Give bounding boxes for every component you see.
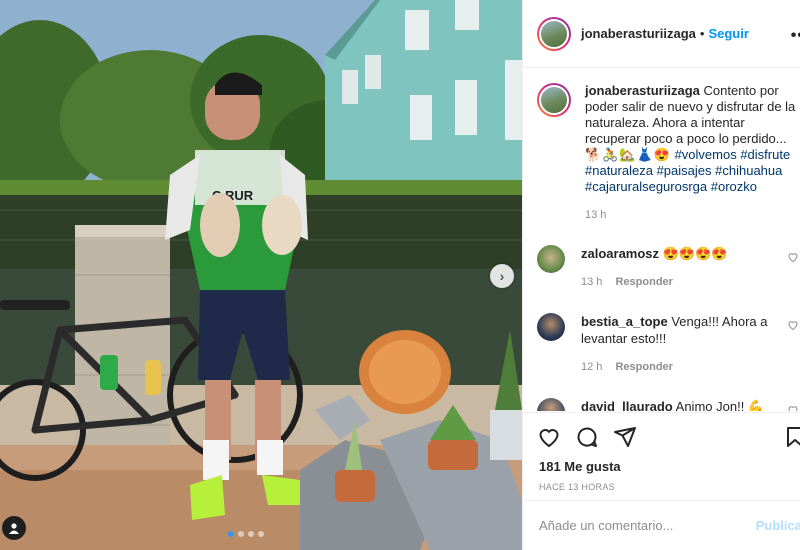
author-avatar[interactable]: [537, 16, 571, 51]
like-heart-icon[interactable]: [537, 425, 561, 449]
commenter-avatar[interactable]: [537, 398, 565, 411]
author-username[interactable]: jonaberasturiizaga: [581, 26, 696, 41]
hashtag[interactable]: #disfrute: [740, 147, 790, 162]
hashtag[interactable]: #paisajes: [657, 163, 712, 178]
comment-item: zaloaramosz 😍😍😍😍 13 h Responder: [537, 245, 800, 291]
caption-avatar[interactable]: [537, 83, 571, 117]
heart-icon[interactable]: [787, 404, 799, 411]
commenter-avatar[interactable]: [537, 313, 565, 341]
commenter-avatar[interactable]: [537, 245, 565, 273]
person-icon: [9, 523, 19, 534]
comment-username[interactable]: zaloaramosz: [581, 246, 659, 261]
header-separator: •: [699, 26, 705, 41]
comment-text: 😍😍😍😍: [662, 246, 728, 261]
instagram-post: C RUR › jonaberasturiizaga • Seguir • jo…: [0, 0, 800, 550]
hashtag[interactable]: #orozko: [711, 179, 757, 194]
comment-username[interactable]: bestia_a_tope: [581, 314, 668, 329]
comment-input[interactable]: [539, 518, 749, 533]
carousel-indicator: [228, 531, 264, 537]
carousel-dot-2: [238, 531, 244, 537]
carousel-dot-3: [248, 531, 254, 537]
comment-meta: 12 h Responder: [581, 359, 781, 376]
share-send-icon[interactable]: [613, 425, 637, 449]
comment-item: david_llaurado Animo Jon!! 💪: [537, 398, 800, 411]
caption-username[interactable]: jonaberasturiizaga: [585, 83, 700, 98]
heart-icon[interactable]: [787, 251, 799, 263]
carousel-dot-4: [258, 531, 264, 537]
caption-time[interactable]: 13 h: [585, 209, 606, 221]
comment-username[interactable]: david_llaurado: [581, 399, 673, 411]
comment-text: Animo Jon!! 💪: [675, 399, 765, 411]
post-actions: 181 Me gusta HACE 13 HORAS: [523, 412, 800, 500]
comments-list[interactable]: jonaberasturiizaga Contento por poder sa…: [523, 69, 800, 411]
comment-bubble-icon[interactable]: [575, 425, 599, 449]
bookmark-icon[interactable]: [783, 425, 800, 449]
caption-body: jonaberasturiizaga Contento por poder sa…: [585, 83, 800, 223]
tagged-users-button[interactable]: [2, 516, 26, 540]
post-timestamp[interactable]: HACE 13 HORAS: [523, 474, 800, 492]
hashtag[interactable]: #cajaruralsegurosrga: [585, 179, 707, 194]
heart-icon[interactable]: [787, 319, 799, 331]
chevron-right-icon: ›: [499, 268, 505, 284]
action-bar: [523, 413, 800, 449]
comment-time[interactable]: 13 h: [581, 276, 602, 288]
comment-item: bestia_a_tope Venga!!! Ahora a levantar …: [537, 313, 800, 376]
reply-button[interactable]: Responder: [615, 276, 672, 288]
add-comment-bar: Publicar: [523, 500, 800, 550]
reply-button[interactable]: Responder: [615, 361, 672, 373]
hashtag[interactable]: #chihuahua: [715, 163, 782, 178]
likes-count[interactable]: 181 Me gusta: [523, 449, 800, 474]
post-caption: jonaberasturiizaga Contento por poder sa…: [537, 83, 800, 223]
carousel-dot-1: [228, 531, 234, 537]
follow-button[interactable]: Seguir: [708, 26, 748, 41]
next-photo-button[interactable]: ›: [490, 264, 514, 288]
hashtag[interactable]: #naturaleza: [585, 163, 653, 178]
comment-body: david_llaurado Animo Jon!! 💪: [581, 398, 781, 411]
comment-body: bestia_a_tope Venga!!! Ahora a levantar …: [581, 313, 781, 376]
comment-body: zaloaramosz 😍😍😍😍 13 h Responder: [581, 245, 781, 291]
caption-emojis: 🐕🚴🏡👗😍: [585, 147, 671, 162]
post-photo[interactable]: C RUR ›: [0, 0, 522, 550]
comment-time[interactable]: 12 h: [581, 361, 602, 373]
more-horizontal-icon[interactable]: ••: [791, 27, 800, 45]
post-header: jonaberasturiizaga • Seguir ••: [523, 0, 800, 68]
post-details-panel: jonaberasturiizaga • Seguir •• jonaberas…: [522, 0, 800, 550]
cyclist-garden-photo: C RUR: [0, 0, 522, 550]
comment-meta: 13 h Responder: [581, 274, 781, 291]
caption-meta: 13 h: [585, 207, 800, 223]
hashtag[interactable]: #volvemos: [675, 147, 737, 162]
publish-button[interactable]: Publicar: [756, 518, 800, 533]
